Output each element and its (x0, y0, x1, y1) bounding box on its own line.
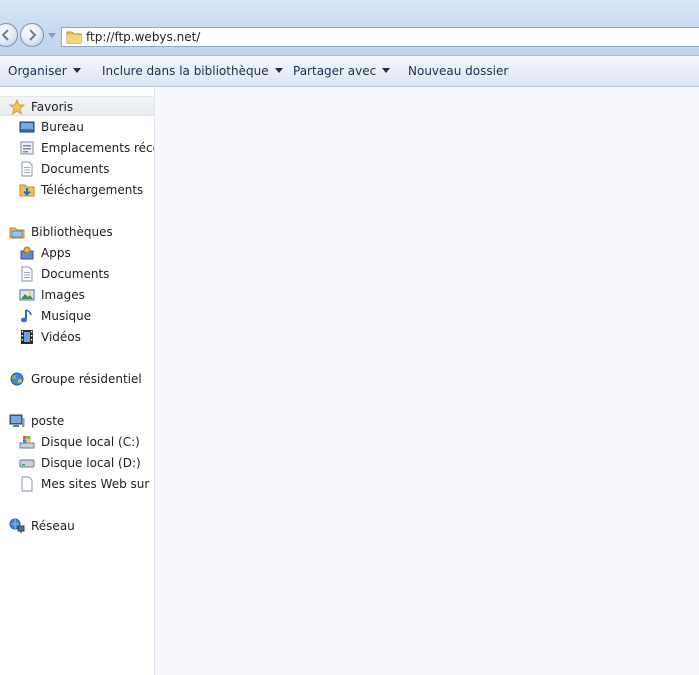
nav-computer[interactable]: poste (0, 411, 154, 431)
nav-item-label: Musique (41, 309, 92, 323)
blank-document-icon (21, 476, 33, 492)
caret-down-icon (274, 68, 283, 73)
arrow-left-icon (1, 29, 9, 41)
nav-item-videos[interactable]: Vidéos (0, 327, 154, 347)
nav-item-label: Mes sites Web sur MSN (41, 477, 154, 491)
nav-item-label: Emplacements récents (41, 141, 154, 155)
star-icon (9, 99, 25, 115)
caret-down-icon (72, 68, 81, 73)
share-with-menu-button[interactable]: Partager avec (293, 64, 391, 78)
include-library-menu-button[interactable]: Inclure dans la bibliothèque (102, 64, 283, 78)
nav-homegroup-label: Groupe résidentiel (31, 372, 142, 386)
downloads-icon (19, 184, 35, 197)
nav-item-label: Documents (41, 267, 110, 281)
hard-drive-icon (19, 459, 35, 468)
image-icon (19, 289, 35, 301)
arrow-right-icon (29, 29, 37, 41)
nav-item-label: Bureau (41, 120, 84, 134)
music-note-icon (21, 309, 32, 323)
nav-item-library-documents[interactable]: Documents (0, 264, 154, 284)
nav-item-documents[interactable]: Documents (0, 159, 154, 179)
navigation-pane: Favoris Bureau Emplacements récents Docu… (0, 87, 155, 675)
nav-item-label: Disque local (D:) (41, 456, 141, 470)
nav-item-msn-sites[interactable]: Mes sites Web sur MSN (0, 474, 154, 494)
nav-item-drive-d[interactable]: Disque local (D:) (0, 453, 154, 473)
nav-item-label: Documents (41, 162, 110, 176)
recent-pages-chevron-icon[interactable] (48, 33, 56, 39)
nav-item-label: Apps (41, 246, 71, 260)
organise-menu-button[interactable]: Organiser (8, 64, 81, 78)
address-input[interactable]: ftp://ftp.webys.net/ (61, 27, 699, 47)
recent-places-icon (20, 141, 34, 155)
nav-item-apps[interactable]: Apps (0, 243, 154, 263)
nav-item-images[interactable]: Images (0, 285, 154, 305)
address-bar-region: ftp://ftp.webys.net/ (0, 0, 699, 56)
ftp-folder-icon (66, 31, 82, 44)
nav-item-recent-places[interactable]: Emplacements récents (0, 138, 154, 158)
computer-icon (9, 414, 25, 427)
forward-button[interactable] (20, 23, 44, 47)
desktop-icon (19, 121, 35, 133)
film-icon (21, 330, 33, 344)
nav-network[interactable]: Réseau (0, 516, 154, 536)
command-bar: Organiser Inclure dans la bibliothèque P… (0, 56, 699, 87)
document-icon (21, 161, 33, 177)
nav-network-label: Réseau (31, 519, 75, 533)
network-icon (9, 518, 25, 533)
nav-item-label: Téléchargements (41, 183, 144, 197)
file-list-area[interactable] (155, 87, 699, 675)
nav-item-drive-c[interactable]: Disque local (C:) (0, 432, 154, 452)
nav-libraries[interactable]: Bibliothèques (0, 222, 154, 242)
nav-item-label: Disque local (C:) (41, 435, 140, 449)
nav-favorites[interactable]: Favoris (0, 96, 154, 116)
share-with-label: Partager avec (293, 64, 377, 78)
include-library-label: Inclure dans la bibliothèque (102, 64, 269, 78)
nav-libraries-label: Bibliothèques (31, 225, 113, 239)
apps-icon (20, 246, 34, 260)
nav-item-label: Images (41, 288, 85, 302)
new-folder-label: Nouveau dossier (408, 64, 509, 78)
new-folder-button[interactable]: Nouveau dossier (408, 64, 508, 78)
system-drive-icon (19, 436, 35, 449)
organise-label: Organiser (8, 64, 67, 78)
nav-item-music[interactable]: Musique (0, 306, 154, 326)
back-button[interactable] (0, 23, 18, 47)
nav-homegroup[interactable]: Groupe résidentiel (0, 369, 154, 389)
libraries-icon (9, 227, 25, 239)
caret-down-icon (382, 68, 391, 73)
nav-favorites-label: Favoris (31, 100, 74, 114)
homegroup-icon (10, 372, 24, 386)
address-path: ftp://ftp.webys.net/ (86, 30, 201, 44)
document-icon (21, 266, 33, 282)
nav-item-desktop[interactable]: Bureau (0, 117, 154, 137)
nav-item-label: Vidéos (41, 330, 81, 344)
nav-item-downloads[interactable]: Téléchargements (0, 180, 154, 200)
nav-computer-label: poste (31, 414, 65, 428)
